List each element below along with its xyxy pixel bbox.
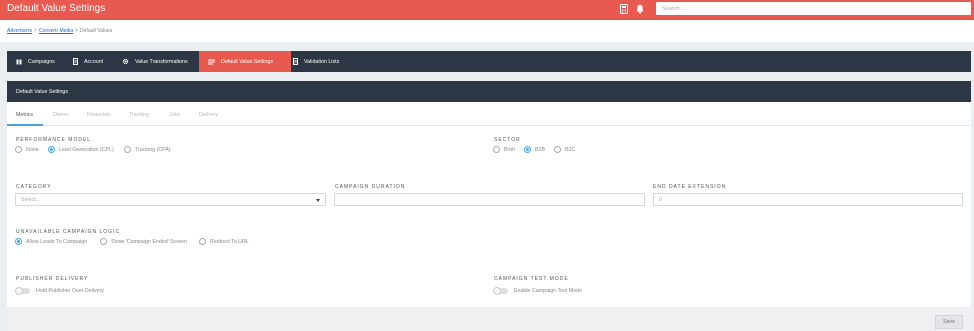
radio-dot [554,146,561,153]
panel-footer: Save [7,307,971,331]
radio-perf-none[interactable]: None [15,146,39,153]
radio-sector-b2c[interactable]: B2C [554,146,575,153]
tab-label: Validation Lists [304,58,340,65]
panel-title: Default Value Settings [7,81,971,102]
breadcrumb-separator: > [34,28,37,34]
subtab-jobs[interactable]: Jobs [169,112,180,118]
breadcrumb-separator: > [75,28,79,34]
page-title: Default Value Settings [7,3,106,14]
subtab-bar: Metrics Owner Financials Tracking Jobs D… [7,102,971,126]
unavailable-logic-label: Unavailable Campaign Logic [16,229,121,235]
toggle-label: Hold Publisher Over Delivery [36,288,105,294]
radio-dot-selected [48,146,55,153]
radio-label: Both [504,146,515,153]
tab-label: Value Transformations [135,58,188,65]
radio-perf-tracking[interactable]: Tracking (CPA) [124,146,171,153]
radio-dot-selected [524,146,531,153]
radio-sector-b2b[interactable]: B2B [524,146,545,153]
gear-icon [122,58,129,65]
radio-dot [493,146,500,153]
radio-show-ended-screen[interactable]: Show 'Campaign Ended' Screen [100,238,187,245]
campaign-duration-input[interactable] [334,193,645,206]
radio-label: B2B [535,146,546,153]
toggle-switch [15,286,30,295]
main-tab-bar: Campaigns Account Value Transformations … [7,51,971,72]
radio-label: B2C [565,146,576,153]
subtab-financials[interactable]: Financials [87,112,111,118]
radio-label: Redirect To URL [210,238,249,245]
subtab-owner[interactable]: Owner [53,112,69,118]
radio-allow-leads[interactable]: Allow Leads To Campaign [15,238,87,245]
category-placeholder: Select... [21,197,41,203]
radio-label: None [26,146,39,153]
radio-dot [199,238,206,245]
radio-label: Tracking (CPA) [135,146,171,153]
tab-account[interactable]: Account [64,51,117,72]
sector-label: Sector [494,137,521,143]
end-date-extension-label: End Date Extension [653,184,727,190]
document-icon [73,58,78,65]
campaign-duration-label: Campaign Duration [335,184,406,190]
radio-dot-selected [15,238,22,245]
breadcrumb-current: Default Values [80,28,113,34]
radio-label: Show 'Campaign Ended' Screen [111,238,187,245]
category-select[interactable]: Select... [15,193,326,206]
tab-label: Campaigns [28,58,55,65]
radio-sector-both[interactable]: Both [493,146,515,153]
active-subtab-indicator [7,124,43,126]
radio-dot [124,146,131,153]
radio-redirect-url[interactable]: Redirect To URL [199,238,249,245]
breadcrumb: Advertisers > Convertr Media > Default Value… [7,28,112,34]
category-label: Category [16,184,52,190]
toggle-switch [493,286,508,295]
subtab-metrics[interactable]: Metrics [16,112,33,118]
calculator-icon[interactable] [620,4,630,14]
radio-dot [100,238,107,245]
radio-label: Allow Leads To Campaign [26,238,88,245]
end-date-extension-input[interactable]: 0 [653,193,963,206]
tab-label: Account [84,58,104,65]
subtab-delivery[interactable]: Delivery [199,112,218,118]
tab-validation-lists[interactable]: Validation Lists [284,51,354,72]
publisher-delivery-label: Publisher Delivery [16,276,89,282]
document-icon [293,58,298,65]
tab-default-value-settings[interactable]: Default Value Settings [199,51,291,72]
breadcrumb-advertisers[interactable]: Advertisers [7,28,32,34]
tab-label: Default Value Settings [221,58,274,65]
campaign-test-mode-label: Campaign Test Mode [494,276,569,282]
hold-publisher-toggle[interactable]: Hold Publisher Over Delivery [15,286,105,295]
subtab-tracking[interactable]: Tracking [129,112,149,118]
search-input[interactable] [656,2,971,15]
performance-model-label: Performance Model [16,137,92,143]
list-icon [208,59,215,64]
settings-panel: Default Value Settings Metrics Owner Fin… [7,81,971,331]
bell-icon[interactable] [636,4,646,14]
radio-perf-lead-generation[interactable]: Lead Generation (CPL) [48,146,114,153]
campaign-test-mode-toggle[interactable]: Enable Campaign Test Mode [493,286,582,295]
breadcrumb-bar [0,20,974,42]
chevron-down-icon [316,199,320,202]
toggle-label: Enable Campaign Test Mode [514,288,582,294]
breadcrumb-convertr-media[interactable]: Convertr Media [39,28,73,34]
save-button[interactable]: Save [935,315,963,329]
top-header: Default Value Settings [0,0,974,20]
radio-label: Lead Generation (CPL) [59,146,114,153]
radio-dot [15,146,22,153]
tab-value-transformations[interactable]: Value Transformations [113,51,205,72]
tab-campaigns[interactable]: Campaigns [7,51,63,72]
columns-icon [16,59,22,64]
